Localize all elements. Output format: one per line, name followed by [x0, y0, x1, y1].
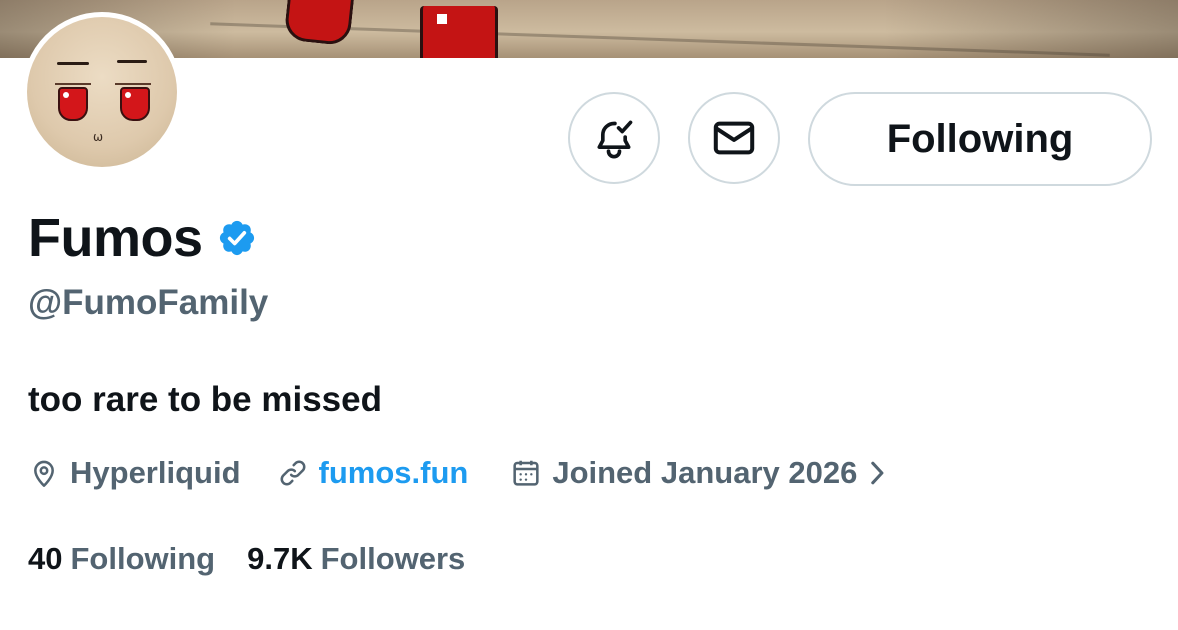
message-button[interactable]	[688, 92, 780, 184]
avatar-lid	[55, 83, 91, 85]
notifications-button[interactable]	[568, 92, 660, 184]
avatar-image: ω	[27, 17, 177, 167]
followers-count: 9.7K	[247, 541, 313, 576]
followers-stat-link[interactable]: 9.7K Followers	[247, 541, 465, 577]
profile-bio: too rare to be missed	[28, 380, 382, 419]
user-handle: @FumoFamily	[28, 283, 269, 322]
verified-badge-icon[interactable]	[217, 218, 257, 258]
envelope-icon	[713, 121, 755, 155]
location-text: Hyperliquid	[70, 455, 241, 490]
avatar-mouth: ω	[93, 130, 104, 144]
following-stat-link[interactable]: 40 Following	[28, 541, 215, 577]
banner-shade	[0, 0, 1178, 58]
joined-text: Joined January 2026	[552, 455, 858, 490]
website-item[interactable]: fumos.fun	[277, 455, 469, 491]
display-name: Fumos	[28, 208, 203, 268]
profile-banner[interactable]	[0, 0, 1178, 58]
avatar-brow	[117, 60, 147, 63]
calendar-icon	[513, 460, 539, 486]
followers-label: Followers	[320, 541, 466, 576]
avatar-eye	[120, 87, 150, 121]
website-link[interactable]: fumos.fun	[319, 455, 469, 491]
name-row: Fumos	[28, 205, 257, 271]
profile-page: ω Following Fumos @FumoFamily too rare t…	[0, 0, 1178, 630]
follow-stats: 40 Following 9.7K Followers	[28, 537, 465, 581]
following-label: Following	[70, 541, 216, 576]
profile-avatar[interactable]: ω	[22, 12, 182, 172]
following-button[interactable]: Following	[808, 92, 1152, 186]
avatar-eye	[58, 87, 88, 121]
avatar-brow	[57, 62, 89, 65]
profile-meta: Hyperliquid fumos.fun Joined January 202…	[28, 450, 887, 496]
link-icon	[280, 460, 305, 486]
location-item: Hyperliquid	[28, 455, 241, 491]
chevron-right-icon	[871, 461, 884, 485]
following-count: 40	[28, 541, 63, 576]
location-pin-icon	[34, 460, 54, 487]
bell-check-icon	[597, 120, 633, 159]
joined-item[interactable]: Joined January 2026	[510, 455, 887, 491]
avatar-lid	[115, 83, 151, 85]
